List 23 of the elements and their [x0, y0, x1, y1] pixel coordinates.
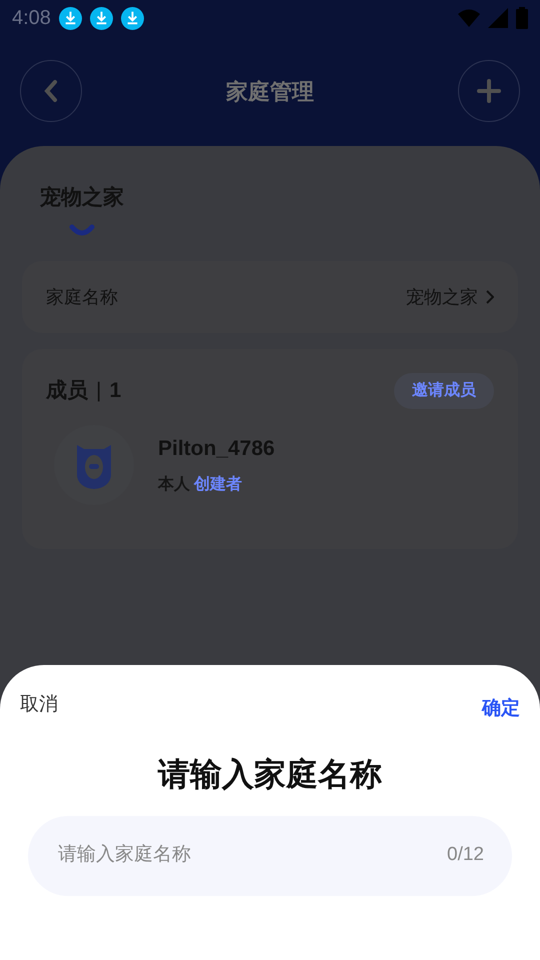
confirm-button[interactable]: 确定 — [482, 695, 520, 724]
download-icon — [90, 7, 113, 30]
member-tag: 创建者 — [194, 472, 242, 497]
name-input-field[interactable]: 请输入家庭名称 — [56, 840, 448, 871]
add-button[interactable] — [458, 60, 520, 122]
plus-icon[interactable] — [477, 79, 501, 103]
dialog-title: 请输入家庭名称 — [156, 754, 383, 794]
invite-button[interactable]: 邀请成员 — [394, 373, 494, 409]
separator: | — [96, 378, 102, 404]
back-icon[interactable] — [43, 79, 59, 103]
page-title: 家庭管理 — [226, 78, 314, 106]
name-input-box[interactable]: 请输入家庭名称 0/12 — [28, 816, 512, 896]
battery-icon — [516, 7, 528, 29]
tab-indicator — [69, 224, 95, 236]
wifi-icon — [458, 9, 480, 27]
status-time: 4:08 — [12, 6, 51, 31]
back-button[interactable] — [20, 60, 82, 122]
cancel-button[interactable]: 取消 — [20, 691, 58, 720]
character-counter: 0/12 — [447, 843, 484, 868]
download-icon — [120, 7, 144, 30]
download-icon — [58, 7, 82, 30]
signal-icon — [488, 8, 508, 28]
chevron-right-icon — [486, 290, 494, 304]
